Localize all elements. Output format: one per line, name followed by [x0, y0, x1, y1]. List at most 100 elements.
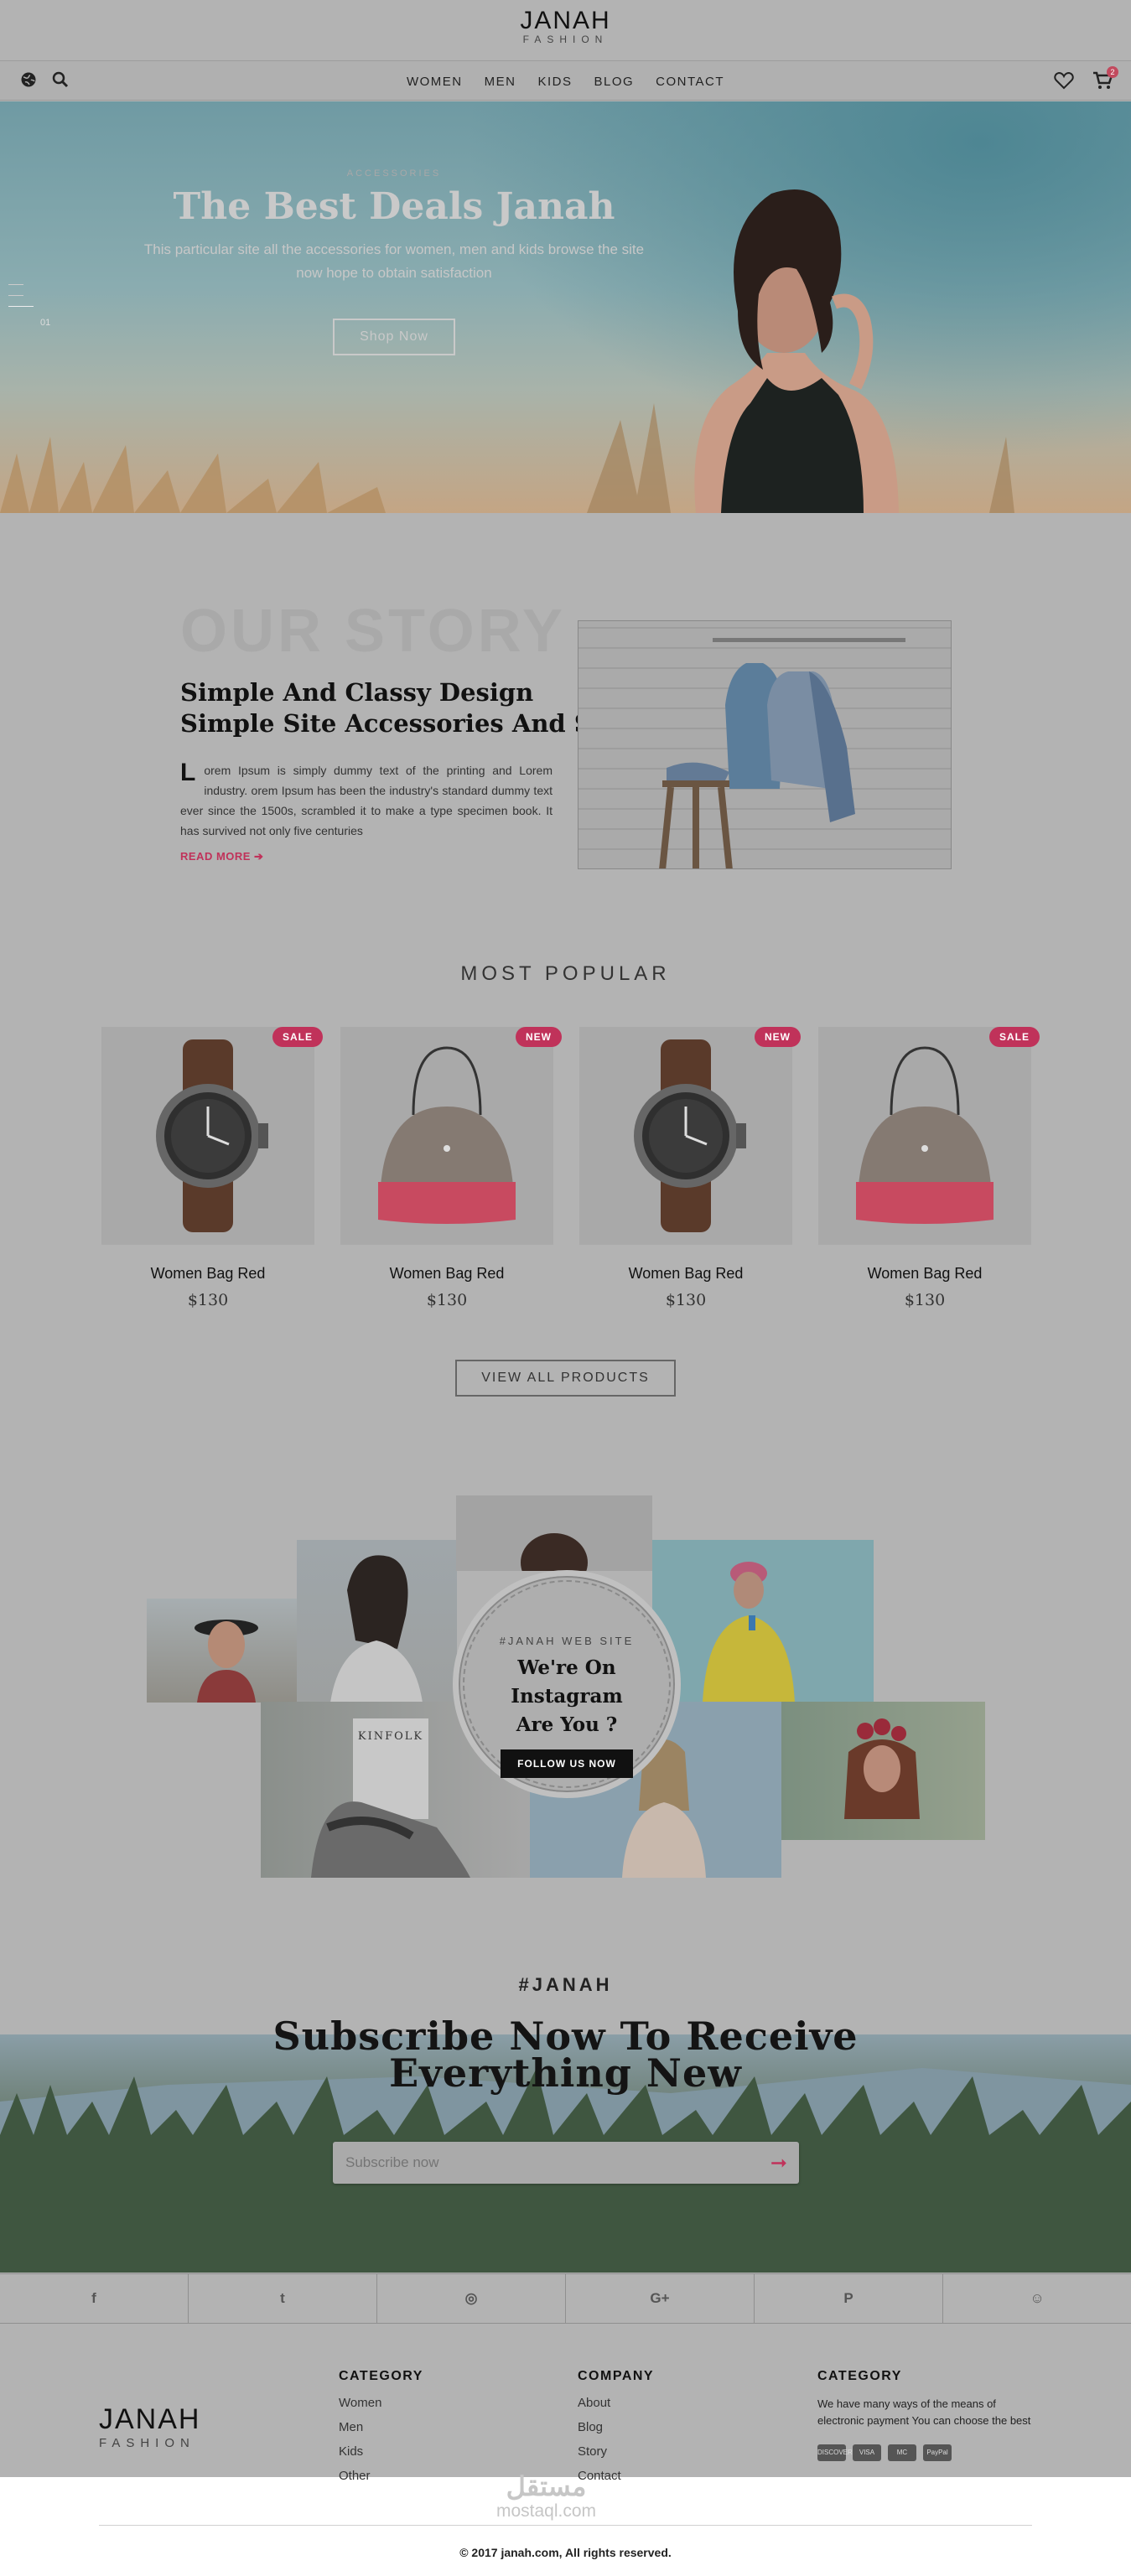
product-image: NEW	[579, 1027, 801, 1245]
footer-link-story[interactable]: Story	[578, 2444, 654, 2459]
watermark: مستقل mostaql.com	[496, 2473, 596, 2522]
slide-indicators[interactable]	[8, 284, 34, 317]
product-price: $130	[665, 1291, 707, 1309]
product-price: $130	[187, 1291, 229, 1309]
main-menu: WOMEN MEN KIDS BLOG CONTACT	[0, 61, 1131, 101]
instagram-photo[interactable]	[147, 1599, 298, 1703]
book-label: KINFOLK	[358, 1730, 423, 1743]
instagram-photo[interactable]	[781, 1702, 985, 1840]
hero-banner: 01 ACCESSORIES The Best Deals Janah This…	[0, 101, 1131, 513]
hero-subtitle: This particular site all the accessories…	[143, 241, 645, 281]
story-text: orem Ipsum is simply dummy text of the p…	[180, 764, 553, 837]
sale-badge: SALE	[988, 1027, 1040, 1047]
logo-name: JANAH	[520, 7, 611, 34]
instagram-photo[interactable]	[456, 1495, 652, 1592]
subscribe-title-line2: Everything New	[389, 2050, 742, 2096]
product-name[interactable]: Women Bag Red	[818, 1265, 1031, 1283]
shop-now-button[interactable]: Shop Now	[333, 319, 455, 355]
footer-logo[interactable]: JANAH FASHION	[99, 2403, 200, 2450]
product-image: SALE	[818, 1027, 1040, 1245]
footer-link-kids[interactable]: Kids	[339, 2444, 423, 2459]
logo-tagline: FASHION	[522, 34, 609, 45]
follow-us-button[interactable]: FOLLOW US NOW	[501, 1749, 633, 1778]
sale-badge: SALE	[272, 1027, 323, 1047]
pinterest-icon[interactable]: P	[755, 2274, 943, 2323]
hero-kicker: ACCESSORIES	[346, 168, 442, 179]
product-card[interactable]: SALE Women Bag Red $130	[818, 1027, 1040, 1309]
cart-count-badge: 2	[1107, 66, 1118, 78]
instagram-photo[interactable]	[652, 1540, 874, 1703]
instagram-badge: #JANAH WEB SITE We're On Instagram Are Y…	[453, 1570, 681, 1798]
footer-divider	[99, 2525, 1032, 2526]
facebook-icon[interactable]: f	[0, 2274, 189, 2323]
watch-icon	[634, 1039, 746, 1232]
story-bg-title: OUR STORY	[180, 598, 567, 665]
subscribe-title: Subscribe Now To Receive Everything New	[0, 2014, 1131, 2096]
copyright: © 2017 janah.com, All rights reserved.	[459, 2546, 672, 2559]
handbag-icon	[856, 1046, 994, 1224]
story-clothes-image	[578, 620, 952, 869]
subscribe-section: #JANAH Subscribe Now To Receive Everythi…	[0, 1934, 1131, 2273]
story-paragraph: Lorem Ipsum is simply dummy text of the …	[180, 759, 553, 841]
footer-logo-name: JANAH	[99, 2403, 201, 2435]
footer-col-title: CATEGORY	[339, 2369, 423, 2383]
social-bar: f t ◎ G+ P ☺	[0, 2273, 1131, 2324]
footer-col-title: CATEGORY	[817, 2369, 902, 2383]
product-card[interactable]: NEW Women Bag Red $130	[340, 1027, 562, 1309]
google-plus-icon[interactable]: G+	[566, 2274, 755, 2323]
heart-icon[interactable]	[1054, 71, 1074, 90]
discover-card-icon: DISCOVER	[817, 2444, 853, 2461]
instagram-icon[interactable]: ◎	[377, 2274, 566, 2323]
subscribe-input[interactable]	[333, 2142, 735, 2184]
mastercard-icon: MC	[888, 2444, 916, 2461]
nav-blog[interactable]: BLOG	[594, 75, 634, 89]
instagram-photo[interactable]	[297, 1540, 457, 1703]
view-all-products-button[interactable]: VIEW ALL PRODUCTS	[455, 1360, 676, 1397]
product-name[interactable]: Women Bag Red	[101, 1265, 314, 1283]
watermark-arabic: مستقل	[506, 2471, 587, 2501]
footer-link-women[interactable]: Women	[339, 2396, 423, 2410]
paypal-icon: PayPal	[923, 2444, 952, 2461]
nav-women[interactable]: WOMEN	[407, 75, 463, 89]
product-price: $130	[904, 1291, 946, 1309]
subscribe-form: ➞	[333, 2142, 799, 2184]
product-card[interactable]: NEW Women Bag Red $130	[579, 1027, 801, 1309]
product-name[interactable]: Women Bag Red	[579, 1265, 792, 1283]
payment-cards: DISCOVER VISA MC PayPal	[817, 2444, 1035, 2461]
nav-men[interactable]: MEN	[485, 75, 516, 89]
watch-icon	[156, 1039, 268, 1232]
footer-link-about[interactable]: About	[578, 2396, 654, 2410]
footer-logo-tagline: FASHION	[99, 2436, 195, 2450]
site-logo[interactable]: JANAH FASHION	[0, 7, 1131, 45]
nav-contact[interactable]: CONTACT	[656, 75, 724, 89]
nav-kids[interactable]: KIDS	[537, 75, 572, 89]
navbar: WOMEN MEN KIDS BLOG CONTACT 2	[0, 60, 1131, 101]
read-more-link[interactable]: READ MORE ➔	[180, 850, 263, 863]
footer-link-men[interactable]: Men	[339, 2420, 423, 2434]
footer-col-title: COMPANY	[578, 2369, 655, 2383]
footer-payment-text: We have many ways of the means of electr…	[817, 2397, 1031, 2427]
cart-button[interactable]: 2	[1092, 66, 1118, 94]
snapchat-icon[interactable]: ☺	[943, 2274, 1131, 2323]
most-popular-title: MOST POPULAR	[460, 962, 671, 985]
twitter-icon[interactable]: t	[189, 2274, 377, 2323]
product-name[interactable]: Women Bag Red	[340, 1265, 553, 1283]
instagram-title-line1: We're On Instagram	[511, 1656, 623, 1708]
product-image: NEW	[340, 1027, 562, 1245]
subscribe-kicker: #JANAH	[518, 1974, 613, 1995]
hero-title: The Best Deals Janah	[173, 185, 615, 228]
instagram-kicker: #JANAH WEB SITE	[499, 1635, 635, 1647]
product-image: SALE	[101, 1027, 323, 1245]
watermark-latin: mostaql.com	[496, 2501, 597, 2521]
subscribe-title-line1: Subscribe Now To Receive	[272, 2014, 859, 2059]
slide-number: 01	[40, 318, 51, 328]
handbag-icon	[378, 1046, 516, 1224]
footer-link-blog[interactable]: Blog	[578, 2420, 654, 2434]
new-badge: NEW	[516, 1027, 562, 1047]
product-card[interactable]: SALE Women Bag Red $130	[101, 1027, 323, 1309]
visa-card-icon: VISA	[853, 2444, 881, 2461]
arrow-right-icon[interactable]: ➞	[770, 2151, 787, 2175]
footer-link-other[interactable]: Other	[339, 2469, 423, 2483]
hero-grass-image	[0, 437, 386, 513]
product-price: $130	[426, 1291, 468, 1309]
